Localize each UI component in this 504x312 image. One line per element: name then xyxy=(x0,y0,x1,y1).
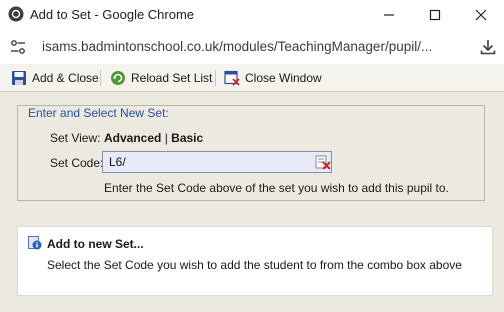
add-close-button[interactable]: Add & Close xyxy=(11,69,99,87)
save-icon xyxy=(12,71,26,85)
maximize-icon xyxy=(429,9,441,20)
site-info-icon[interactable] xyxy=(8,37,28,57)
download-icon[interactable] xyxy=(478,37,498,57)
maximize-button[interactable] xyxy=(412,0,458,29)
add-close-label: Add & Close xyxy=(32,71,99,85)
chrome-icon xyxy=(8,6,24,22)
add-panel-description: Select the Set Code you wish to add the … xyxy=(47,258,462,272)
set-view-basic-link[interactable]: Basic xyxy=(171,131,203,145)
toolbar-divider xyxy=(100,70,101,86)
minimize-icon xyxy=(384,13,394,16)
set-view-advanced-link[interactable]: Advanced xyxy=(104,131,161,145)
close-window-label: Close Window xyxy=(245,71,322,85)
add-panel-title: Add to new Set... xyxy=(47,237,144,251)
set-view-separator: | xyxy=(161,131,172,145)
reload-set-list-button[interactable]: Reload Set List xyxy=(110,69,212,87)
set-code-hint: Enter the Set Code above of the set you … xyxy=(104,181,449,195)
url-text[interactable]: isams.badmintonschool.co.uk/modules/Teac… xyxy=(42,39,432,54)
window-title: Add to Set - Google Chrome xyxy=(30,7,195,22)
clear-input-icon[interactable] xyxy=(315,155,331,170)
reload-set-list-label: Reload Set List xyxy=(131,71,213,85)
info-icon xyxy=(28,236,42,250)
set-code-input[interactable] xyxy=(102,151,332,173)
set-group-legend: Enter and Select New Set: xyxy=(26,106,171,120)
set-view-label: Set View: xyxy=(50,131,101,145)
window-titlebar: Add to Set - Google Chrome xyxy=(0,0,504,29)
close-icon xyxy=(475,9,487,20)
set-view-toggle: Advanced | Basic xyxy=(104,131,203,145)
close-window-button[interactable] xyxy=(458,0,504,29)
toolbar-divider xyxy=(215,70,216,86)
minimize-button[interactable] xyxy=(366,0,412,29)
close-window-icon xyxy=(224,70,240,86)
reload-icon xyxy=(111,71,125,85)
address-bar: isams.badmintonschool.co.uk/modules/Teac… xyxy=(0,29,504,64)
page-toolbar: Add & Close Reload Set List Close Window xyxy=(0,64,504,92)
close-window-toolbar-button[interactable]: Close Window xyxy=(224,69,322,87)
set-code-label: Set Code: xyxy=(50,156,104,170)
